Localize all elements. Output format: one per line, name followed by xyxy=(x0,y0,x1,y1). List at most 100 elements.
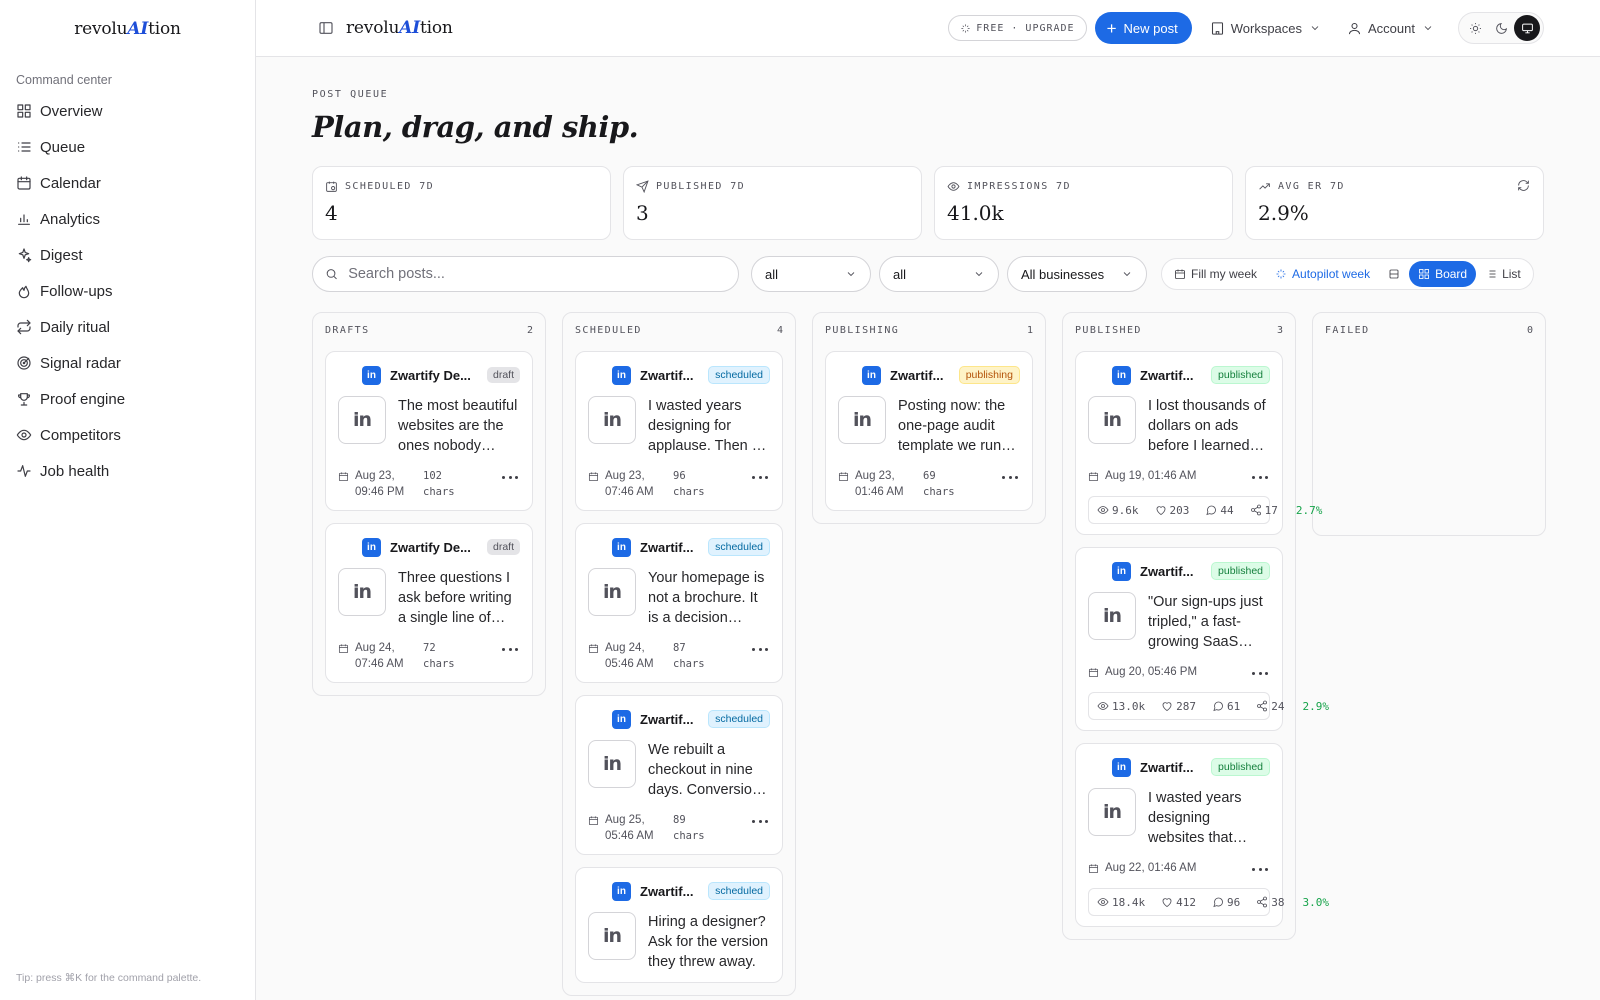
sidebar-item-calendar[interactable]: Calendar xyxy=(0,165,255,201)
metric-likes: 287 xyxy=(1161,700,1204,713)
theme-dark-button[interactable] xyxy=(1488,15,1514,41)
more-options-button[interactable] xyxy=(752,644,768,654)
metric-views: 18.4k xyxy=(1097,896,1153,909)
sidebar-item-overview[interactable]: Overview xyxy=(0,93,255,129)
refresh-stats-button[interactable] xyxy=(1517,179,1531,193)
dot xyxy=(1252,475,1255,479)
linkedin-thumbnail: in xyxy=(1088,592,1136,640)
grid-icon xyxy=(17,104,31,118)
account-dropdown[interactable]: Account xyxy=(1347,21,1434,36)
stat-value: 2.9% xyxy=(1258,201,1309,225)
post-card[interactable]: in Zwartif... published in I lost thousands … xyxy=(1075,351,1322,535)
search-input[interactable] xyxy=(348,266,726,282)
status-badge: published xyxy=(1211,758,1270,776)
status-badge: scheduled xyxy=(708,710,770,728)
new-post-button[interactable]: + New post xyxy=(1094,12,1192,44)
trophy-icon xyxy=(17,393,31,406)
plan-upgrade-pill[interactable]: FREE · UPGRADE xyxy=(948,15,1087,41)
column-title: DRAFTS xyxy=(325,325,370,336)
metric-likes: 203 xyxy=(1155,504,1198,517)
app-root: revoluAItion Command center Overview Queu… xyxy=(0,0,1600,1000)
linkedin-icon: in xyxy=(1102,801,1122,823)
calendar-icon xyxy=(1088,864,1099,874)
activity-icon xyxy=(17,465,31,477)
card-header: in Zwartif... published xyxy=(1088,560,1270,582)
workspaces-dropdown[interactable]: Workspaces xyxy=(1210,21,1321,36)
post-excerpt: I wasted years designing for applause. T… xyxy=(648,398,756,454)
post-card[interactable]: in Zwartif... published in "Our sign-ups jus… xyxy=(1075,547,1329,731)
calendar-icon xyxy=(838,472,849,482)
post-card[interactable]: in Zwartif... publishing in Posting now: the… xyxy=(825,351,1033,511)
plus-icon: + xyxy=(1106,18,1117,38)
sidebar-item-queue[interactable]: Queue xyxy=(0,129,255,165)
metric-value: 44 xyxy=(1220,503,1234,517)
column-title: PUBLISHING xyxy=(825,325,900,336)
sparkles-icon xyxy=(961,23,970,33)
platform-filter-select[interactable]: all xyxy=(879,256,999,292)
post-card[interactable]: in Zwartif... scheduled in We rebuilt a chec… xyxy=(575,695,783,855)
autopilot-week-button[interactable]: Autopilot week xyxy=(1266,261,1379,287)
card-body: in We rebuilt a checkout in nine days. Co… xyxy=(588,740,770,800)
calendar-icon xyxy=(588,644,599,654)
dot xyxy=(1265,867,1268,871)
post-card[interactable]: in Zwartif... published in I wasted years de… xyxy=(1075,743,1329,927)
more-options-button[interactable] xyxy=(1252,864,1268,874)
sidebar-item-analytics[interactable]: Analytics xyxy=(0,201,255,237)
column-header: SCHEDULED 4 xyxy=(575,325,783,339)
list-view-button[interactable]: List xyxy=(1476,261,1530,287)
metric-value: 96 xyxy=(1227,895,1241,909)
topbar-brand[interactable]: revoluAItion xyxy=(346,18,453,38)
heart-icon xyxy=(1162,898,1172,908)
char-count: 102 chars xyxy=(423,470,455,498)
compact-view-button[interactable] xyxy=(1379,261,1409,287)
more-options-button[interactable] xyxy=(502,644,518,654)
metric-value: 412 xyxy=(1176,895,1196,909)
post-excerpt: "Our sign-ups just tripled," a fast-grow… xyxy=(1148,594,1263,650)
post-card[interactable]: in Zwartif... scheduled in Your homepage is … xyxy=(575,523,783,683)
chevron-down-icon xyxy=(1311,26,1319,31)
linkedin-icon: in xyxy=(602,581,622,603)
fill-my-week-button[interactable]: Fill my week xyxy=(1165,261,1266,287)
monitor-icon xyxy=(1521,23,1533,33)
card-body: in I lost thousands of dollars on ads bef… xyxy=(1088,396,1270,456)
metric-comments: 96 xyxy=(1212,896,1248,909)
post-card[interactable]: in Zwartify De... draft in The most beautifu… xyxy=(325,351,533,511)
post-card[interactable]: in Zwartif... scheduled in I wasted years de… xyxy=(575,351,783,511)
sidebar-item-competitors[interactable]: Competitors xyxy=(0,417,255,453)
calendar-icon xyxy=(17,176,31,190)
column-empty-area xyxy=(1325,351,1533,523)
post-card[interactable]: in Zwartify De... draft in Three questions I… xyxy=(325,523,533,683)
more-options-button[interactable] xyxy=(752,816,768,826)
post-card[interactable]: in Zwartif... scheduled in Hiring a designer… xyxy=(575,867,783,983)
post-excerpt: Your homepage is not a brochure. It is a… xyxy=(648,570,765,626)
theme-light-button[interactable] xyxy=(1462,15,1488,41)
status-badge: scheduled xyxy=(708,882,770,900)
status-filter-select[interactable]: all xyxy=(751,256,871,292)
share-icon xyxy=(1257,700,1268,712)
sidebar-item-job-health[interactable]: Job health xyxy=(0,453,255,489)
sidebar-item-proof-engine[interactable]: Proof engine xyxy=(0,381,255,417)
card-footer: Aug 24, 07:46 AM 72 chars xyxy=(338,640,520,672)
dot xyxy=(1265,671,1268,675)
more-options-button[interactable] xyxy=(1252,472,1268,482)
more-options-button[interactable] xyxy=(1002,472,1018,482)
more-options-button[interactable] xyxy=(1252,668,1268,678)
board-view-button[interactable]: Board xyxy=(1409,261,1477,287)
dot xyxy=(1258,475,1262,479)
sidebar-logo[interactable]: revoluAItion xyxy=(0,0,255,56)
linkedin-thumbnail: in xyxy=(338,396,386,444)
sidebar-item-digest[interactable]: Digest xyxy=(0,237,255,273)
theme-system-button[interactable] xyxy=(1514,15,1540,41)
sidebar-item-signal-radar[interactable]: Signal radar xyxy=(0,345,255,381)
sidebar-item-daily-ritual[interactable]: Daily ritual xyxy=(0,309,255,345)
stat-value: 41.0k xyxy=(947,201,1004,225)
sidebar-item-follow-ups[interactable]: Follow-ups xyxy=(0,273,255,309)
sidebar-toggle-button[interactable] xyxy=(316,18,336,38)
dot xyxy=(752,475,755,479)
eye-icon xyxy=(1097,898,1109,906)
more-options-button[interactable] xyxy=(752,472,768,482)
business-filter-select[interactable]: All businesses xyxy=(1007,256,1147,292)
scheduled-date: Aug 24, 05:46 AM xyxy=(605,642,654,670)
more-options-button[interactable] xyxy=(502,472,518,482)
column-count: 0 xyxy=(1526,325,1533,336)
